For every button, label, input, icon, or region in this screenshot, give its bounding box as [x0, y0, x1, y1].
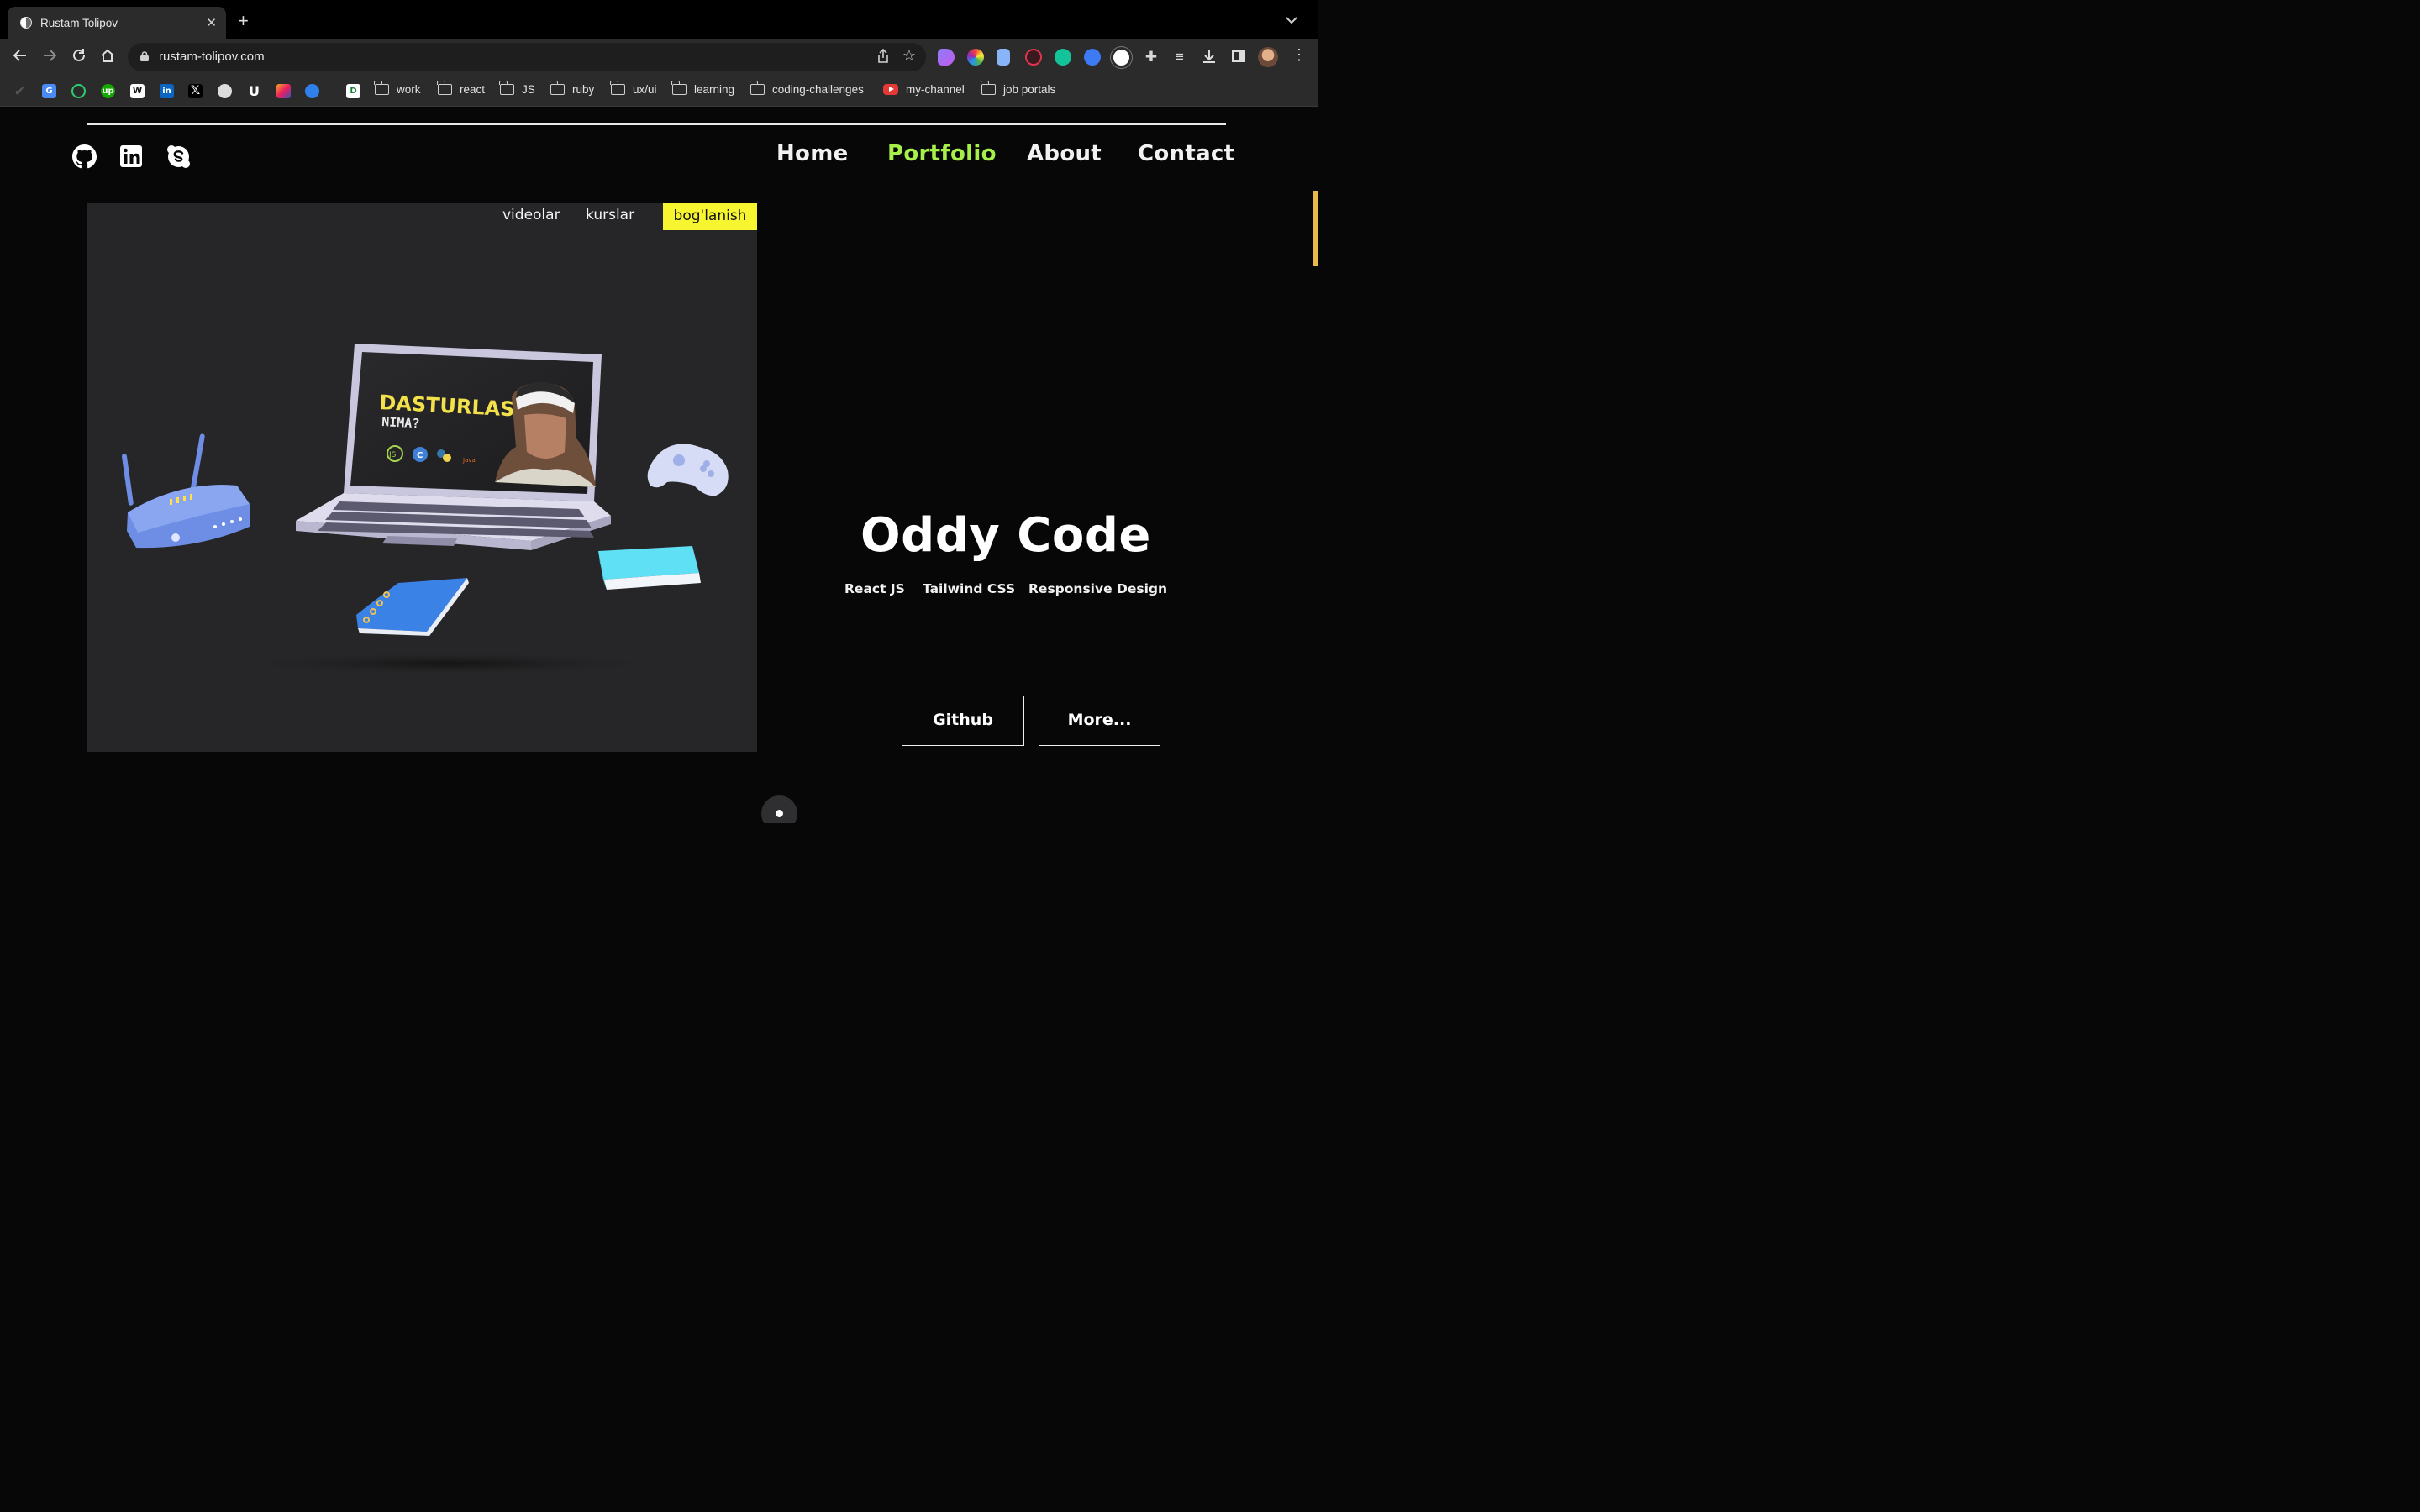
folder-icon [750, 81, 765, 95]
bookmarks-bar: ✔ G up W in 𝕏 U D work react JS ruby ux/… [0, 76, 1318, 107]
media-queue-icon[interactable]: ≡ [1171, 49, 1188, 66]
3d-illustration: DASTURLASH NIMA? JS C Java [121, 344, 729, 675]
tab-strip: Rustam Tolipov ✕ + [0, 0, 1318, 39]
folder-icon [610, 81, 625, 95]
bookmark-folder-job-portals[interactable]: job portals [981, 81, 1055, 96]
folder-icon [981, 81, 996, 95]
tech-tag-react: React JS [844, 581, 905, 596]
camera-bookmark-icon[interactable] [218, 84, 232, 98]
svg-text:JS: JS [388, 451, 397, 459]
bookmark-folder-learning[interactable]: learning [671, 81, 734, 96]
scroll-indicator [1313, 191, 1318, 266]
bookmark-folder-uxui[interactable]: ux/ui [610, 81, 657, 96]
tech-tag-tailwind: Tailwind CSS [923, 581, 1016, 596]
extensions-puzzle-icon[interactable]: ✚ [1143, 49, 1160, 66]
bookmark-folder-work[interactable]: work [374, 81, 421, 96]
x-twitter-icon[interactable]: 𝕏 [188, 84, 203, 98]
svg-text:Java: Java [462, 457, 476, 464]
nav-contact[interactable]: Contact [1138, 141, 1234, 166]
address-bar[interactable]: rustam-tolipov.com ☆ [128, 43, 926, 71]
notebook-icon [356, 578, 469, 636]
new-tab-button[interactable]: + [238, 12, 249, 30]
tab-active[interactable]: Rustam Tolipov ✕ [8, 7, 226, 39]
more-button[interactable]: More... [1039, 696, 1160, 746]
wellfound-icon[interactable]: W [130, 84, 145, 98]
tab-search-chevron-icon[interactable] [1286, 13, 1297, 27]
header-divider [87, 123, 1226, 125]
checkmark-bookmark-icon[interactable]: ✔ [13, 84, 27, 98]
svg-text:C: C [417, 451, 423, 460]
preview-link-videolar[interactable]: videolar [502, 207, 560, 223]
grammarly-icon[interactable] [1055, 49, 1071, 66]
upwork-icon[interactable]: up [101, 84, 115, 98]
linkedin-bookmark-icon[interactable]: in [160, 84, 174, 98]
miro-icon[interactable] [276, 84, 291, 98]
project-preview-image[interactable]: DASTURLASH NIMA? JS C Java videolar kurs… [87, 203, 757, 752]
screen-subtitle: NIMA? [381, 414, 420, 431]
site-favicon-icon [20, 17, 32, 29]
codewars-icon[interactable] [305, 84, 319, 98]
refresh-bookmark-icon[interactable] [71, 84, 86, 98]
tab-title: Rustam Tolipov [40, 16, 118, 29]
back-icon[interactable] [11, 48, 29, 66]
lock-icon [140, 51, 149, 61]
nav-about[interactable]: About [1027, 141, 1102, 166]
google-translate-icon[interactable]: G [42, 84, 56, 98]
extension-record-icon[interactable] [1025, 49, 1042, 66]
laptop-icon: DASTURLASH NIMA? JS C Java [296, 344, 611, 550]
shazam-icon[interactable] [1084, 49, 1101, 66]
linkedin-icon[interactable] [119, 144, 144, 169]
bookmark-folder-js[interactable]: JS [499, 81, 535, 96]
project-title: Oddy Code [860, 508, 1151, 563]
extension-selected-icon[interactable] [1111, 47, 1132, 68]
browser-menu-icon[interactable]: ⋮ [1292, 46, 1307, 64]
folder-icon [671, 81, 687, 95]
url-text: rustam-tolipov.com [159, 50, 265, 64]
browser-toolbar: rustam-tolipov.com ☆ ✚ ≡ ⋮ [0, 39, 1318, 76]
preview-contact-button[interactable]: bog'lanish [663, 203, 757, 230]
downloads-icon[interactable] [1201, 49, 1218, 66]
share-icon[interactable] [877, 48, 889, 67]
bookmark-folder-ruby[interactable]: ruby [550, 81, 594, 96]
folder-icon [499, 81, 514, 95]
book-icon [598, 546, 701, 590]
gamepad-icon [647, 444, 729, 496]
folder-icon [550, 81, 565, 95]
preview-link-kurslar[interactable]: kurslar [586, 207, 634, 223]
browser-window: Rustam Tolipov ✕ + rustam-tolipov.com ☆ [0, 0, 1318, 823]
portfolio-page: Home Portfolio About Contact DASTURLASH … [0, 107, 1318, 823]
tab-close-icon[interactable]: ✕ [206, 15, 217, 30]
folder-icon [437, 81, 452, 95]
bookmark-my-channel[interactable]: my-channel [883, 83, 965, 96]
skype-icon[interactable] [166, 144, 191, 169]
folder-icon [374, 81, 389, 95]
tech-tag-responsive: Responsive Design [1028, 581, 1168, 596]
youtube-icon [883, 84, 898, 95]
devdocs-icon[interactable]: D [346, 84, 360, 98]
reload-icon[interactable] [70, 48, 88, 66]
router-icon [121, 433, 250, 549]
forward-icon[interactable] [40, 48, 59, 66]
extension-purple-icon[interactable] [938, 49, 955, 66]
side-panel-icon[interactable] [1230, 49, 1247, 66]
bookmark-folder-react[interactable]: react [437, 81, 485, 96]
extension-docs-icon[interactable] [997, 49, 1010, 66]
home-icon[interactable] [98, 48, 117, 66]
udemy-icon[interactable]: U [247, 84, 261, 98]
nav-home[interactable]: Home [776, 141, 849, 166]
github-button[interactable]: Github [902, 696, 1024, 746]
nav-portfolio[interactable]: Portfolio [887, 141, 997, 166]
profile-avatar[interactable] [1258, 47, 1278, 67]
bookmark-star-icon[interactable]: ☆ [902, 47, 916, 65]
github-icon[interactable] [72, 144, 97, 169]
scroll-down-button[interactable] [761, 795, 797, 823]
bookmark-folder-coding-challenges[interactable]: coding-challenges [750, 81, 864, 96]
color-picker-extension-icon[interactable] [967, 49, 984, 66]
